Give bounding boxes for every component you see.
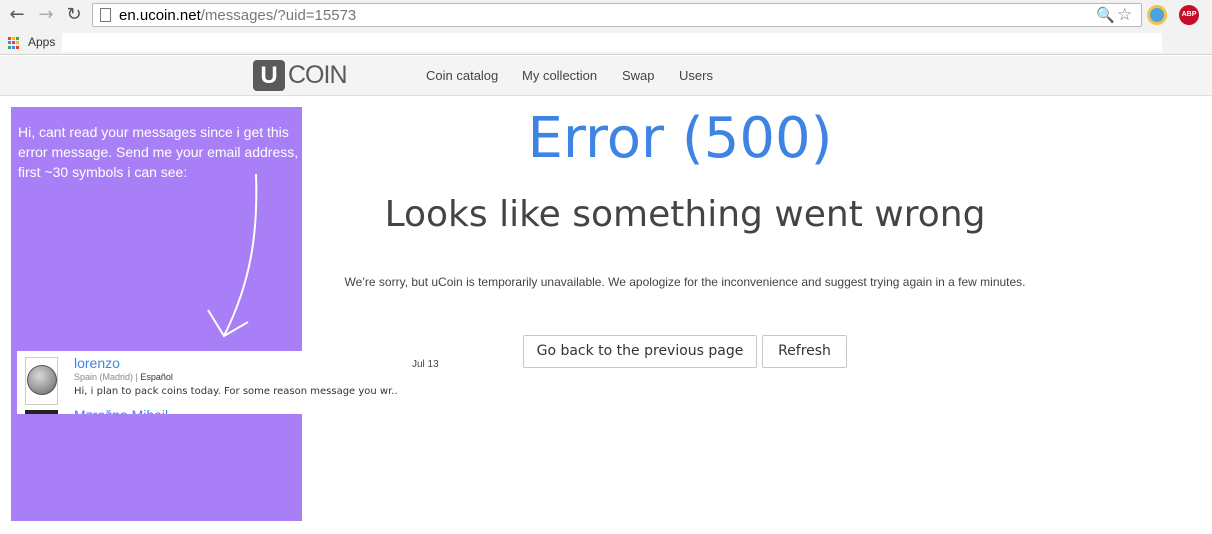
coin-avatar-icon (27, 365, 57, 395)
ucoin-logo-icon[interactable]: U (253, 60, 285, 91)
nav-users[interactable]: Users (679, 68, 713, 83)
site-header: U COIN Coin catalog My collection Swap U… (0, 56, 1212, 96)
ucoin-logo-text[interactable]: COIN (288, 61, 347, 90)
annotation-text: Hi, cant read your messages since i get … (18, 124, 299, 180)
address-bar[interactable]: en.ucoin.net/messages/?uid=15573 🔍 ☆ (92, 3, 1142, 27)
bookmarks-redaction (62, 33, 1162, 52)
page-icon (100, 8, 111, 22)
message-preview-card[interactable] (17, 351, 302, 414)
reload-icon[interactable]: ↻ (63, 4, 85, 26)
nav-coin-catalog[interactable]: Coin catalog (426, 68, 498, 83)
nav-my-collection[interactable]: My collection (522, 68, 597, 83)
message-snippet[interactable]: Hi, i plan to pack coins today. For some… (74, 386, 398, 397)
location-text: Spain (Madrid) (74, 372, 134, 382)
apps-grid-icon[interactable] (8, 37, 20, 49)
sender-language: Español (140, 372, 173, 382)
go-back-button[interactable]: Go back to the previous page (523, 335, 757, 368)
browser-toolbar: ← → ↻ en.ucoin.net/messages/?uid=15573 🔍… (0, 0, 1212, 31)
nav-swap[interactable]: Swap (622, 68, 655, 83)
error-message: We’re sorry, but uCoin is temporarily un… (344, 275, 1026, 289)
avatar[interactable] (25, 357, 58, 405)
error-subtitle: Looks like something went wrong (384, 194, 986, 235)
annotation-arrow-icon (207, 173, 258, 338)
url-domain: en.ucoin.net (119, 7, 201, 24)
url-path: /messages/?uid=15573 (200, 7, 357, 24)
message-date: Jul 13 (412, 359, 439, 370)
url-text[interactable]: en.ucoin.net/messages/?uid=15573 (119, 7, 356, 24)
next-sender-name[interactable]: Mzrožna Mihail (74, 408, 214, 414)
bookmark-star-icon[interactable]: ☆ (1117, 5, 1132, 25)
next-avatar (25, 410, 58, 414)
sender-name[interactable]: lorenzo (74, 355, 120, 371)
zoom-icon[interactable]: 🔍 (1096, 6, 1115, 24)
forward-icon[interactable]: → (35, 4, 57, 26)
apps-label[interactable]: Apps (28, 35, 55, 49)
refresh-button[interactable]: Refresh (762, 335, 847, 368)
back-icon[interactable]: ← (6, 4, 28, 26)
error-title: Error (500) (527, 106, 833, 171)
adblock-extension-icon[interactable]: ABP (1179, 5, 1199, 25)
sender-location: Spain (Madrid) | Español (74, 372, 173, 382)
bookmarks-bar: Apps (0, 31, 1212, 55)
clock-extension-icon[interactable] (1147, 5, 1167, 25)
